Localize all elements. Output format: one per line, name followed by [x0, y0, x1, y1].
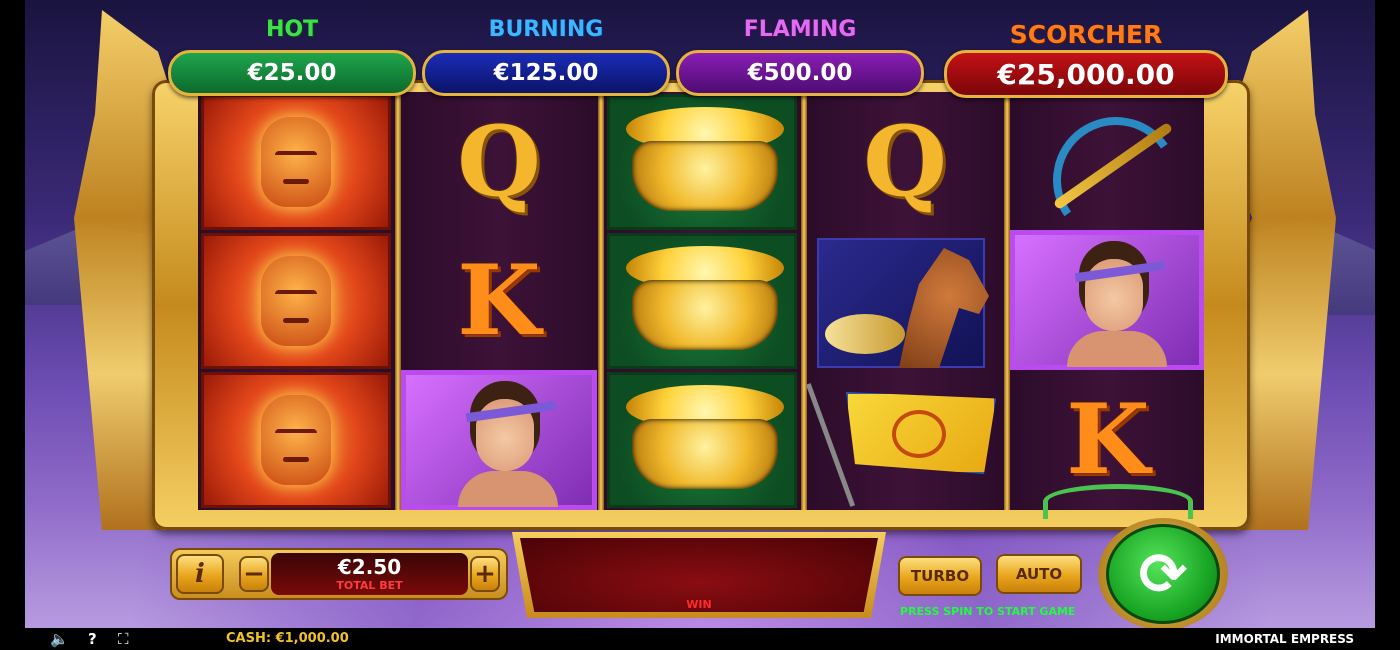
fullscreen-icon[interactable]: ⛶	[118, 630, 129, 648]
pot-icon	[632, 141, 778, 211]
sound-icon[interactable]: 🔈	[50, 630, 69, 648]
help-icon[interactable]: ?	[88, 630, 97, 648]
q-letter: Q	[863, 105, 947, 218]
total-bet-label: TOTAL BET	[336, 579, 403, 592]
symbol-terracotta-warrior	[201, 233, 391, 369]
increase-bet-button[interactable]: +	[470, 556, 500, 592]
win-label: WIN	[686, 598, 712, 611]
jackpot-scorcher: SCORCHER €25,000.00	[944, 12, 1228, 98]
symbol-gold-pot	[607, 233, 797, 369]
jackpot-hot-title: HOT	[265, 17, 319, 42]
jackpot-scorcher-value: €25,000.00	[944, 50, 1228, 98]
symbol-empress	[1010, 230, 1204, 370]
info-button[interactable]: i	[176, 554, 224, 594]
symbol-q: Q	[810, 94, 1000, 230]
symbol-horse	[817, 238, 989, 368]
symbol-gold-pot	[607, 372, 797, 508]
dragon-flag-icon	[846, 392, 996, 474]
reel-area: Q K Q K	[198, 92, 1204, 519]
symbol-k: K	[404, 233, 594, 369]
jackpot-scorcher-title: SCORCHER	[1009, 20, 1163, 49]
jackpot-flaming-value: €500.00	[676, 50, 924, 96]
k-letter: K	[457, 244, 541, 357]
pot-icon	[632, 419, 778, 489]
jackpot-burning-title: BURNING	[488, 17, 604, 42]
spin-hint: PRESS SPIN TO START GAME	[900, 605, 1076, 618]
jackpot-flaming-title: FLAMING	[743, 17, 857, 42]
symbol-k: K	[1013, 372, 1203, 519]
horn-icon	[825, 314, 905, 354]
horse-icon	[899, 248, 989, 368]
reel-4: Q	[805, 92, 1003, 510]
q-letter: Q	[457, 105, 541, 218]
pot-icon	[632, 280, 778, 350]
k-letter: K	[1066, 383, 1150, 496]
reel-2: Q K	[401, 92, 597, 510]
jackpot-burning: BURNING €125.00	[422, 12, 670, 96]
total-bet-value: €2.50	[337, 555, 402, 579]
empress-body-icon	[458, 471, 558, 507]
reel-1	[198, 92, 394, 510]
jackpot-hot-value: €25.00	[168, 50, 416, 96]
jackpot-hot: HOT €25.00	[168, 12, 416, 96]
symbol-empress	[401, 370, 597, 510]
symbol-gold-pot	[607, 94, 797, 230]
warrior-face-icon	[261, 395, 331, 485]
symbol-crossbow	[1013, 94, 1203, 230]
autoplay-button[interactable]: AUTO	[996, 554, 1082, 594]
status-bar	[0, 628, 1400, 650]
decrease-bet-button[interactable]: −	[239, 556, 269, 592]
jackpot-flaming: FLAMING €500.00	[676, 12, 924, 96]
total-bet-display: €2.50 TOTAL BET	[271, 553, 468, 595]
reel-5: K	[1010, 92, 1204, 519]
symbol-terracotta-warrior	[201, 94, 391, 230]
game-name: IMMORTAL EMPRESS	[1215, 632, 1354, 646]
warrior-face-icon	[261, 117, 331, 207]
symbol-q: Q	[404, 94, 594, 230]
spin-button[interactable]: ⟳	[1106, 524, 1220, 624]
crossbow-icon	[1043, 107, 1173, 217]
symbol-flag	[805, 372, 1000, 508]
warrior-face-icon	[261, 256, 331, 346]
cash-balance: CASH: €1,000.00	[226, 631, 349, 646]
reel-3	[604, 92, 800, 510]
turbo-button[interactable]: TURBO	[898, 556, 982, 596]
jackpot-burning-value: €125.00	[422, 50, 670, 96]
spin-arrows-icon: ⟳	[1138, 540, 1188, 608]
empress-body-icon	[1067, 331, 1167, 367]
symbol-terracotta-warrior	[201, 372, 391, 508]
jade-disc-icon	[1043, 484, 1193, 519]
